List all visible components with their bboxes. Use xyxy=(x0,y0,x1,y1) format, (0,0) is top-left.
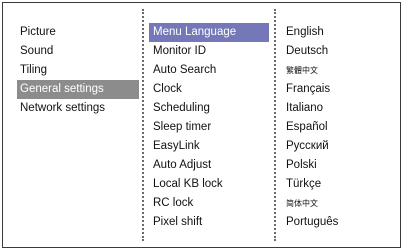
language-option-traditional-chinese[interactable]: 繁體中文 xyxy=(282,61,392,80)
language-option-francais[interactable]: Français xyxy=(282,80,392,99)
submenu-item-sleep-timer[interactable]: Sleep timer xyxy=(149,118,269,137)
submenu-item-monitor-id[interactable]: Monitor ID xyxy=(149,42,269,61)
submenu-item-scheduling[interactable]: Scheduling xyxy=(149,99,269,118)
language-option-russian[interactable]: Русский xyxy=(282,137,392,156)
main-menu-list: Picture Sound Tiling General settings Ne… xyxy=(17,23,139,118)
column-divider xyxy=(142,9,144,241)
language-option-english[interactable]: English xyxy=(282,23,392,42)
language-option-turkce[interactable]: Türkçe xyxy=(282,175,392,194)
submenu-item-clock[interactable]: Clock xyxy=(149,80,269,99)
language-option-espanol[interactable]: Español xyxy=(282,118,392,137)
language-option-polski[interactable]: Polski xyxy=(282,156,392,175)
language-option-deutsch[interactable]: Deutsch xyxy=(282,42,392,61)
submenu-item-pixel-shift[interactable]: Pixel shift xyxy=(149,213,269,232)
submenu-item-rc-lock[interactable]: RC lock xyxy=(149,194,269,213)
osd-menu-panel: Picture Sound Tiling General settings Ne… xyxy=(2,2,401,248)
language-option-italiano[interactable]: Italiano xyxy=(282,99,392,118)
main-menu-item-picture[interactable]: Picture xyxy=(17,23,139,42)
submenu-item-auto-search[interactable]: Auto Search xyxy=(149,61,269,80)
main-menu-item-sound[interactable]: Sound xyxy=(17,42,139,61)
submenu-item-easylink[interactable]: EasyLink xyxy=(149,137,269,156)
submenu-item-menu-language[interactable]: Menu Language xyxy=(149,23,269,42)
submenu-item-local-kb-lock[interactable]: Local KB lock xyxy=(149,175,269,194)
submenu-list: Menu Language Monitor ID Auto Search Clo… xyxy=(149,23,269,232)
submenu-item-auto-adjust[interactable]: Auto Adjust xyxy=(149,156,269,175)
main-menu-item-network-settings[interactable]: Network settings xyxy=(17,99,139,118)
main-menu-item-general-settings[interactable]: General settings xyxy=(17,80,139,99)
language-option-simplified-chinese[interactable]: 简体中文 xyxy=(282,194,392,213)
column-divider xyxy=(274,9,276,241)
main-menu-item-tiling[interactable]: Tiling xyxy=(17,61,139,80)
language-option-portugues[interactable]: Português xyxy=(282,213,392,232)
language-options-list: English Deutsch 繁體中文 Français Italiano E… xyxy=(282,23,392,232)
